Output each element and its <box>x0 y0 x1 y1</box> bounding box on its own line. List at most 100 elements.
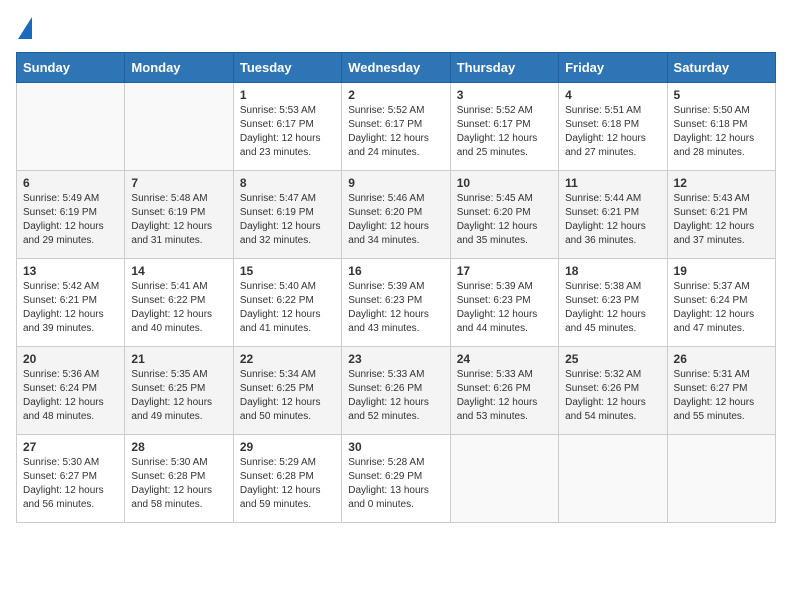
calendar-cell <box>125 83 233 171</box>
day-info: Sunrise: 5:30 AM Sunset: 6:28 PM Dayligh… <box>131 456 226 512</box>
calendar-cell: 15 Sunrise: 5:40 AM Sunset: 6:22 PM Dayli… <box>233 259 341 347</box>
day-info: Sunrise: 5:47 AM Sunset: 6:19 PM Dayligh… <box>240 192 335 248</box>
calendar-cell <box>559 435 667 523</box>
day-number: 15 <box>240 264 335 278</box>
calendar-table: SundayMondayTuesdayWednesdayThursdayFrid… <box>16 52 776 523</box>
calendar-cell: 23 Sunrise: 5:33 AM Sunset: 6:26 PM Dayli… <box>342 347 450 435</box>
calendar-cell: 25 Sunrise: 5:32 AM Sunset: 6:26 PM Dayli… <box>559 347 667 435</box>
day-number: 10 <box>457 176 552 190</box>
col-header-monday: Monday <box>125 53 233 83</box>
col-header-sunday: Sunday <box>17 53 125 83</box>
calendar-cell: 14Sunrise: 5:41 AM Sunset: 6:22 PM Dayli… <box>125 259 233 347</box>
day-info: Sunrise: 5:52 AM Sunset: 6:17 PM Dayligh… <box>348 104 443 160</box>
day-info: Sunrise: 5:39 AM Sunset: 6:23 PM Dayligh… <box>457 280 552 336</box>
day-number: 24 <box>457 352 552 366</box>
col-header-saturday: Saturday <box>667 53 775 83</box>
day-number: 28 <box>131 440 226 454</box>
calendar-cell <box>450 435 558 523</box>
calendar-cell: 27 Sunrise: 5:30 AM Sunset: 6:27 PM Dayli… <box>17 435 125 523</box>
day-number: 21 <box>131 352 226 366</box>
day-number: 14 <box>131 264 226 278</box>
day-info: Sunrise: 5:46 AM Sunset: 6:20 PM Dayligh… <box>348 192 443 248</box>
day-info: Sunrise: 5:40 AM Sunset: 6:22 PM Dayligh… <box>240 280 335 336</box>
day-info: Sunrise: 5:30 AM Sunset: 6:27 PM Dayligh… <box>23 456 118 512</box>
calendar-cell: 9 Sunrise: 5:46 AM Sunset: 6:20 PM Daylig… <box>342 171 450 259</box>
day-info: Sunrise: 5:53 AM Sunset: 6:17 PM Dayligh… <box>240 104 335 160</box>
calendar-cell: 26Sunrise: 5:31 AM Sunset: 6:27 PM Dayli… <box>667 347 775 435</box>
calendar-cell: 18 Sunrise: 5:38 AM Sunset: 6:23 PM Dayli… <box>559 259 667 347</box>
calendar-cell: 13Sunrise: 5:42 AM Sunset: 6:21 PM Dayli… <box>17 259 125 347</box>
day-number: 19 <box>674 264 769 278</box>
page-header <box>16 16 776 40</box>
calendar-cell: 1 Sunrise: 5:53 AM Sunset: 6:17 PM Daylig… <box>233 83 341 171</box>
day-number: 23 <box>348 352 443 366</box>
day-number: 2 <box>348 88 443 102</box>
day-info: Sunrise: 5:49 AM Sunset: 6:19 PM Dayligh… <box>23 192 118 248</box>
calendar-cell: 6Sunrise: 5:49 AM Sunset: 6:19 PM Daylig… <box>17 171 125 259</box>
calendar-cell: 8 Sunrise: 5:47 AM Sunset: 6:19 PM Daylig… <box>233 171 341 259</box>
calendar-cell: 29 Sunrise: 5:29 AM Sunset: 6:28 PM Dayli… <box>233 435 341 523</box>
day-number: 30 <box>348 440 443 454</box>
col-header-friday: Friday <box>559 53 667 83</box>
day-number: 27 <box>23 440 118 454</box>
calendar-week-row: 13Sunrise: 5:42 AM Sunset: 6:21 PM Dayli… <box>17 259 776 347</box>
day-number: 18 <box>565 264 660 278</box>
calendar-cell: 2 Sunrise: 5:52 AM Sunset: 6:17 PM Daylig… <box>342 83 450 171</box>
calendar-cell: 17 Sunrise: 5:39 AM Sunset: 6:23 PM Dayli… <box>450 259 558 347</box>
calendar-cell: 11 Sunrise: 5:44 AM Sunset: 6:21 PM Dayli… <box>559 171 667 259</box>
day-number: 29 <box>240 440 335 454</box>
calendar-week-row: 6Sunrise: 5:49 AM Sunset: 6:19 PM Daylig… <box>17 171 776 259</box>
day-info: Sunrise: 5:37 AM Sunset: 6:24 PM Dayligh… <box>674 280 769 336</box>
col-header-wednesday: Wednesday <box>342 53 450 83</box>
day-number: 9 <box>348 176 443 190</box>
calendar-cell: 7Sunrise: 5:48 AM Sunset: 6:19 PM Daylig… <box>125 171 233 259</box>
day-info: Sunrise: 5:32 AM Sunset: 6:26 PM Dayligh… <box>565 368 660 424</box>
calendar-cell: 5 Sunrise: 5:50 AM Sunset: 6:18 PM Daylig… <box>667 83 775 171</box>
day-info: Sunrise: 5:38 AM Sunset: 6:23 PM Dayligh… <box>565 280 660 336</box>
calendar-week-row: 1 Sunrise: 5:53 AM Sunset: 6:17 PM Daylig… <box>17 83 776 171</box>
calendar-cell: 4Sunrise: 5:51 AM Sunset: 6:18 PM Daylig… <box>559 83 667 171</box>
day-number: 12 <box>674 176 769 190</box>
day-number: 4 <box>565 88 660 102</box>
calendar-cell: 30 Sunrise: 5:28 AM Sunset: 6:29 PM Dayli… <box>342 435 450 523</box>
calendar-cell: 21 Sunrise: 5:35 AM Sunset: 6:25 PM Dayli… <box>125 347 233 435</box>
day-number: 11 <box>565 176 660 190</box>
calendar-week-row: 27 Sunrise: 5:30 AM Sunset: 6:27 PM Dayli… <box>17 435 776 523</box>
calendar-week-row: 20 Sunrise: 5:36 AM Sunset: 6:24 PM Dayli… <box>17 347 776 435</box>
day-number: 3 <box>457 88 552 102</box>
day-number: 1 <box>240 88 335 102</box>
logo-triangle-icon <box>18 17 32 39</box>
day-number: 16 <box>348 264 443 278</box>
day-number: 20 <box>23 352 118 366</box>
day-number: 25 <box>565 352 660 366</box>
calendar-cell <box>667 435 775 523</box>
day-number: 17 <box>457 264 552 278</box>
day-info: Sunrise: 5:52 AM Sunset: 6:17 PM Dayligh… <box>457 104 552 160</box>
day-info: Sunrise: 5:35 AM Sunset: 6:25 PM Dayligh… <box>131 368 226 424</box>
calendar-cell: 20 Sunrise: 5:36 AM Sunset: 6:24 PM Dayli… <box>17 347 125 435</box>
day-number: 7 <box>131 176 226 190</box>
col-header-thursday: Thursday <box>450 53 558 83</box>
day-number: 13 <box>23 264 118 278</box>
calendar-cell: 28 Sunrise: 5:30 AM Sunset: 6:28 PM Dayli… <box>125 435 233 523</box>
day-info: Sunrise: 5:36 AM Sunset: 6:24 PM Dayligh… <box>23 368 118 424</box>
calendar-cell <box>17 83 125 171</box>
day-number: 8 <box>240 176 335 190</box>
calendar-cell: 10 Sunrise: 5:45 AM Sunset: 6:20 PM Dayli… <box>450 171 558 259</box>
day-info: Sunrise: 5:29 AM Sunset: 6:28 PM Dayligh… <box>240 456 335 512</box>
day-info: Sunrise: 5:50 AM Sunset: 6:18 PM Dayligh… <box>674 104 769 160</box>
day-info: Sunrise: 5:31 AM Sunset: 6:27 PM Dayligh… <box>674 368 769 424</box>
day-info: Sunrise: 5:28 AM Sunset: 6:29 PM Dayligh… <box>348 456 443 512</box>
logo <box>16 16 32 40</box>
day-number: 5 <box>674 88 769 102</box>
day-number: 22 <box>240 352 335 366</box>
calendar-cell: 19 Sunrise: 5:37 AM Sunset: 6:24 PM Dayli… <box>667 259 775 347</box>
day-info: Sunrise: 5:43 AM Sunset: 6:21 PM Dayligh… <box>674 192 769 248</box>
day-info: Sunrise: 5:33 AM Sunset: 6:26 PM Dayligh… <box>348 368 443 424</box>
calendar-cell: 16Sunrise: 5:39 AM Sunset: 6:23 PM Dayli… <box>342 259 450 347</box>
day-info: Sunrise: 5:33 AM Sunset: 6:26 PM Dayligh… <box>457 368 552 424</box>
calendar-cell: 3 Sunrise: 5:52 AM Sunset: 6:17 PM Daylig… <box>450 83 558 171</box>
day-info: Sunrise: 5:44 AM Sunset: 6:21 PM Dayligh… <box>565 192 660 248</box>
day-info: Sunrise: 5:45 AM Sunset: 6:20 PM Dayligh… <box>457 192 552 248</box>
col-header-tuesday: Tuesday <box>233 53 341 83</box>
